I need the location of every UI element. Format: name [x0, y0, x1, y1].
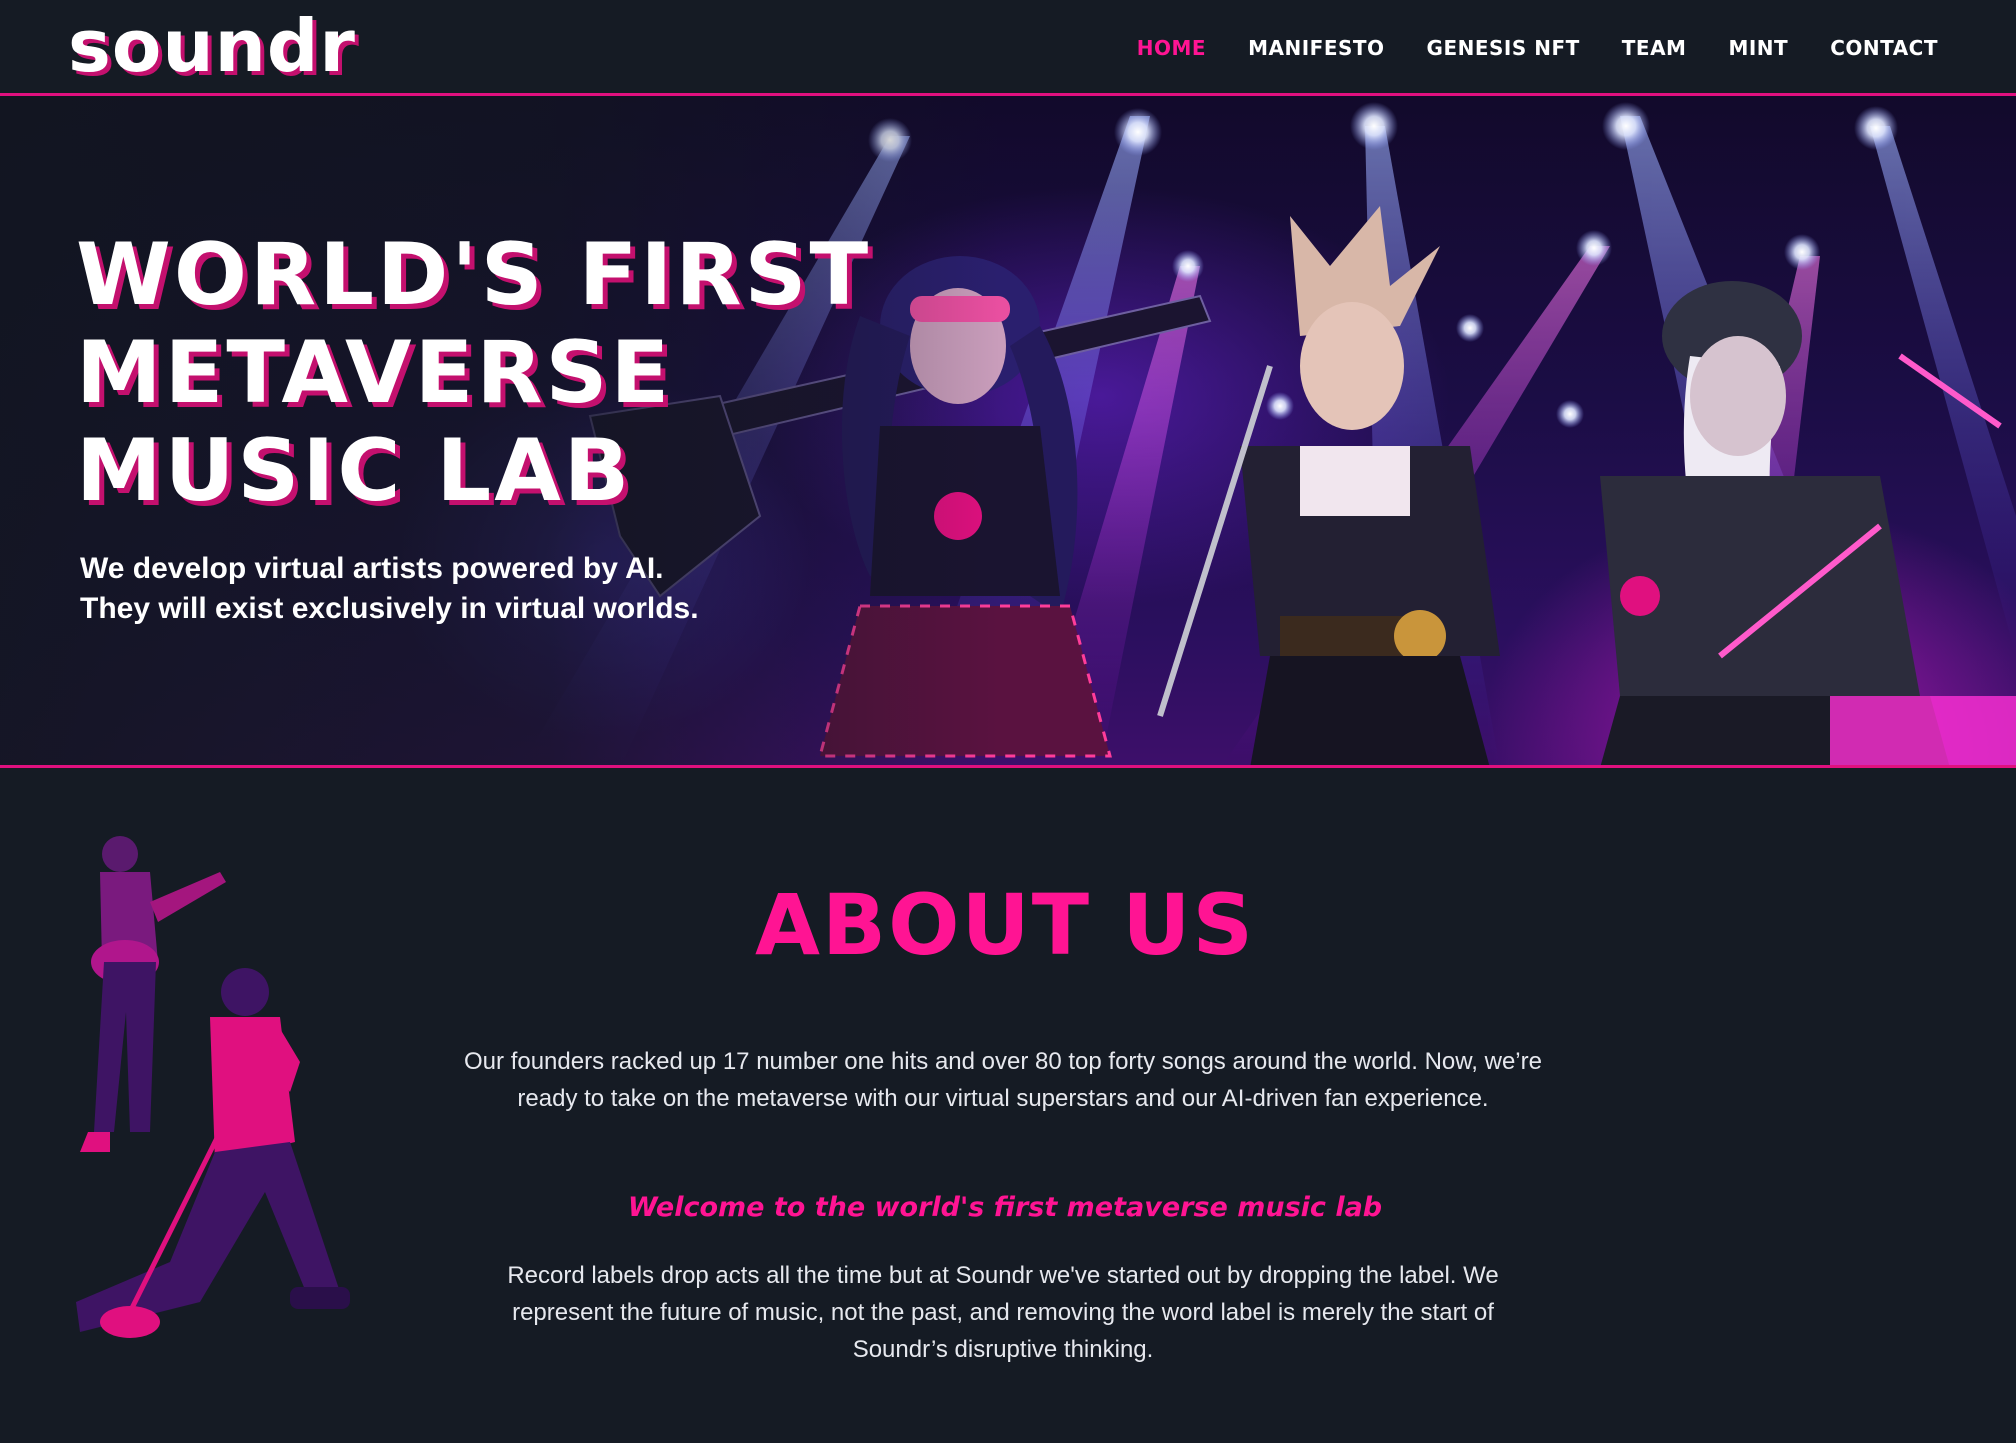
about-paragraph-founders: Our founders racked up 17 number one hit…: [464, 1048, 1542, 1112]
hero-subtitle-line: They will exist exclusively in virtual w…: [80, 592, 699, 625]
hero-title-line: WORLD'S FIRST: [76, 225, 872, 325]
nav-home[interactable]: HOME: [1137, 36, 1206, 60]
about-title: ABOUT US: [755, 876, 1255, 974]
hero-title-line: MUSIC LAB: [76, 421, 633, 521]
about-paragraph-labels: Record labels drop acts all the time but…: [507, 1262, 1499, 1363]
nav-manifesto[interactable]: MANIFESTO: [1248, 36, 1384, 60]
nav-genesis-nft[interactable]: GENESIS NFT: [1427, 36, 1580, 60]
soundr-logo[interactable]: soundr: [68, 4, 356, 88]
hero-banner: WORLD'S FIRST METAVERSE MUSIC LAB We dev…: [0, 96, 2016, 768]
nav-team[interactable]: TEAM: [1622, 36, 1687, 60]
hero-subtitle-line: We develop virtual artists powered by AI…: [80, 552, 664, 585]
hero-subtitle: We develop virtual artists powered by AI…: [80, 549, 880, 629]
main-nav: HOME MANIFESTO GENESIS NFT TEAM MINT CON…: [1137, 36, 1938, 60]
hero-title-line: METAVERSE: [76, 323, 673, 423]
hero-title: WORLD'S FIRST METAVERSE MUSIC LAB: [76, 226, 976, 520]
about-section: ABOUT US Our founders racked up 17 numbe…: [0, 768, 2016, 1443]
about-tagline: Welcome to the world's first metaverse m…: [627, 1192, 1383, 1223]
nav-contact[interactable]: CONTACT: [1830, 36, 1938, 60]
site-header: soundr HOME MANIFESTO GENESIS NFT TEAM M…: [0, 0, 2016, 96]
character-singer: [1157, 206, 1500, 765]
nav-mint[interactable]: MINT: [1728, 36, 1788, 60]
